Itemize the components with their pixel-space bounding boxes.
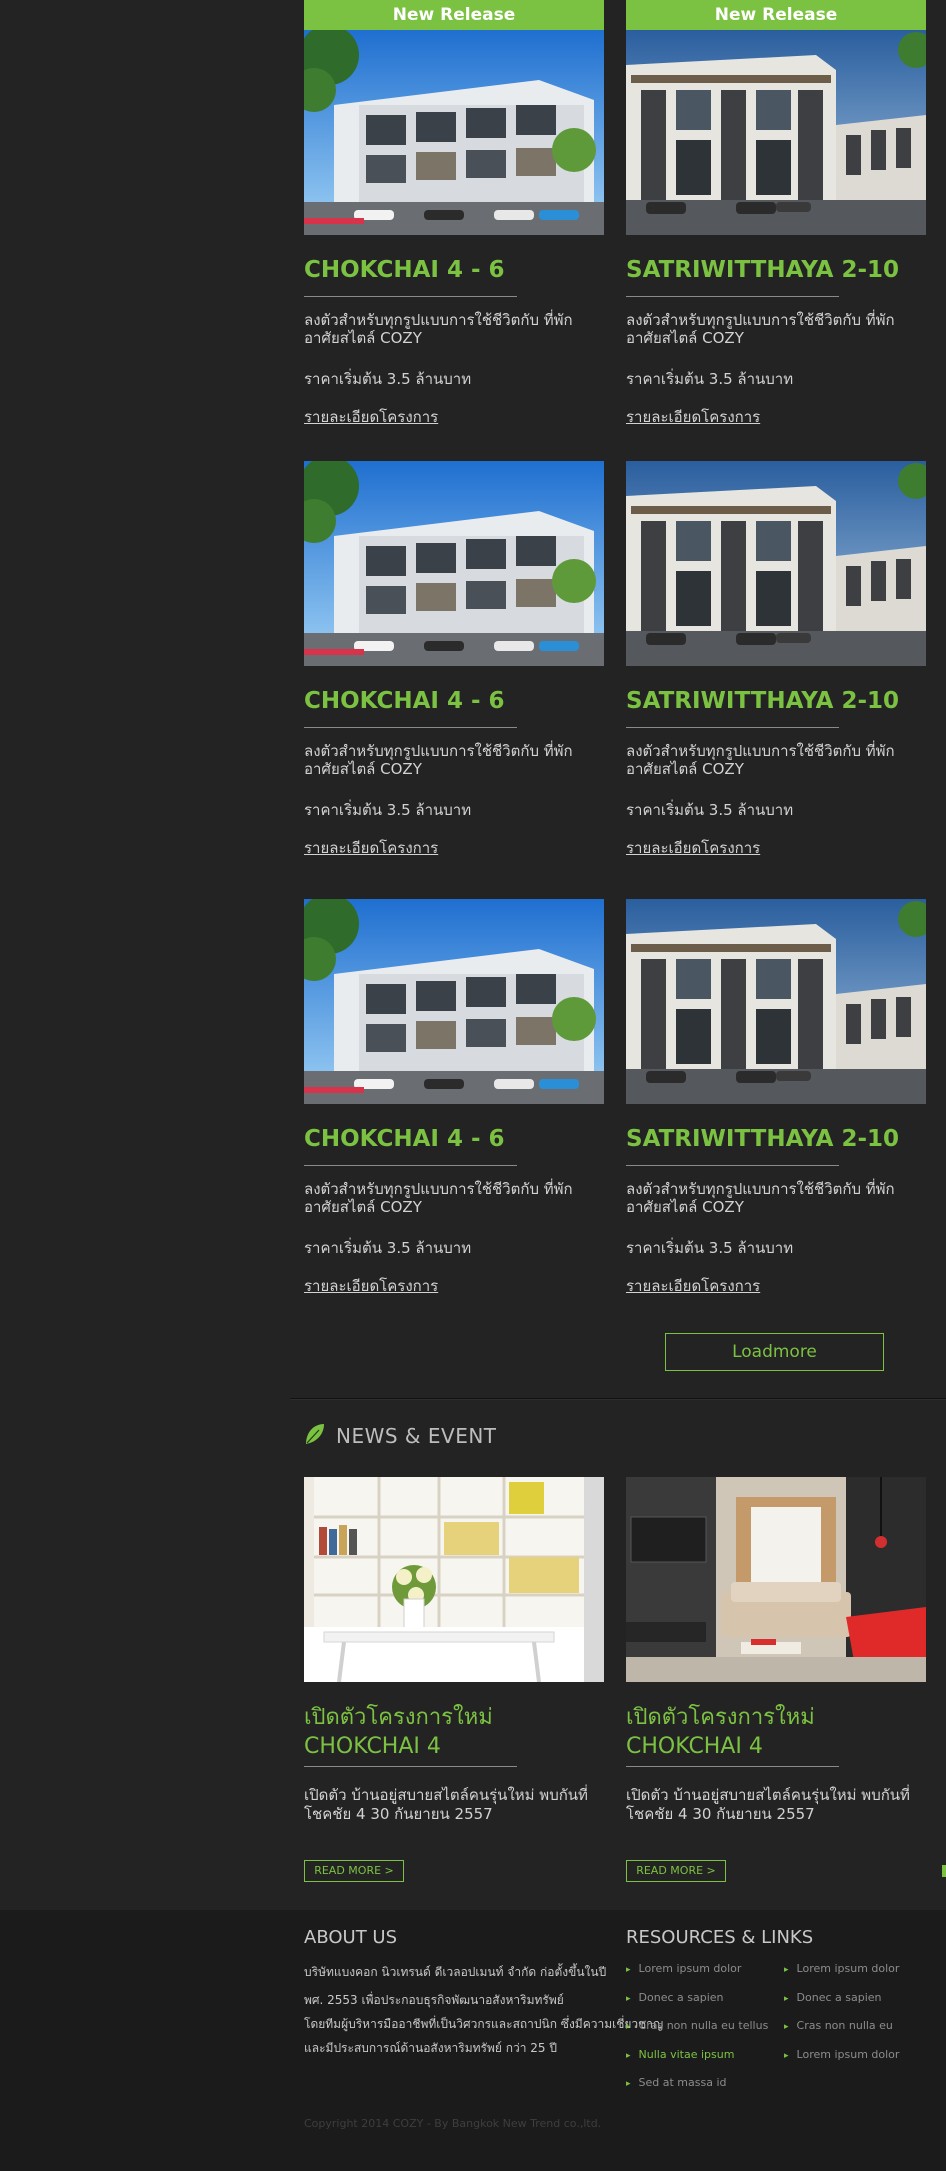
leaf-icon xyxy=(304,1422,326,1450)
project-price: ราคาเริ่มต้น 3.5 ล้านบาท xyxy=(626,370,794,388)
title-divider xyxy=(626,727,839,728)
bullet-icon: ▸ xyxy=(626,1994,631,2004)
about-text-line: โดยทีมผู้บริหารมืออาชีพที่เป็นวิศวกรและส… xyxy=(304,2017,664,2031)
project-price: ราคาเริ่มต้น 3.5 ล้านบาท xyxy=(304,1239,472,1257)
title-divider xyxy=(304,1766,517,1767)
news-title-line2[interactable]: CHOKCHAI 4 xyxy=(304,1732,441,1761)
bullet-icon: ▸ xyxy=(784,1994,789,2004)
title-divider xyxy=(304,296,517,297)
resource-link[interactable]: ▸ Lorem ipsum dolor xyxy=(784,1962,899,1975)
about-text-line: บริษัทแบงคอก นิวเทรนด์ ดีเวลอปเมนท์ จำกั… xyxy=(304,1965,607,1979)
project-title[interactable]: SATRIWITTHAYA 2-10 xyxy=(626,688,899,714)
read-more-button[interactable]: READ MORE > xyxy=(304,1860,404,1882)
project-title[interactable]: SATRIWITTHAYA 2-10 xyxy=(626,1126,899,1152)
project-details-link[interactable]: รายละเอียดโครงการ xyxy=(304,405,438,429)
project-title[interactable]: CHOKCHAI 4 - 6 xyxy=(304,1126,505,1152)
news-title-line1[interactable]: เปิดตัวโครงการใหม่ xyxy=(626,1703,815,1732)
project-title[interactable]: SATRIWITTHAYA 2-10 xyxy=(626,257,899,283)
project-photo[interactable] xyxy=(626,899,926,1104)
bullet-icon: ▸ xyxy=(626,2022,631,2032)
resource-link[interactable]: ▸ Cras non nulla eu tellus xyxy=(626,2019,768,2032)
new-release-ribbon: New Release xyxy=(304,0,604,30)
project-details-link[interactable]: รายละเอียดโครงการ xyxy=(626,836,760,860)
bullet-icon: ▸ xyxy=(626,2079,631,2089)
project-description: ลงตัวสำหรับทุกรูปแบบการใช้ชีวิตกับ ที่พั… xyxy=(304,742,573,778)
project-photo[interactable] xyxy=(626,30,926,235)
resource-link[interactable]: ▸ Cras non nulla eu xyxy=(784,2019,893,2032)
bullet-icon: ▸ xyxy=(784,2022,789,2032)
project-details-link[interactable]: รายละเอียดโครงการ xyxy=(626,405,760,429)
news-heading-text: NEWS & EVENT xyxy=(336,1424,497,1448)
scroll-edge-marker xyxy=(942,1865,946,1877)
about-heading: ABOUT US xyxy=(304,1927,398,1948)
news-photo[interactable] xyxy=(304,1477,604,1682)
new-release-ribbon: New Release xyxy=(626,0,926,30)
project-title[interactable]: CHOKCHAI 4 - 6 xyxy=(304,688,505,714)
project-price: ราคาเริ่มต้น 3.5 ล้านบาท xyxy=(304,370,472,388)
section-divider xyxy=(290,1398,946,1400)
about-text-line: และมีประสบการณ์ด้านอสังหาริมทรัพย์ กว่า … xyxy=(304,2041,557,2055)
news-title-line2[interactable]: CHOKCHAI 4 xyxy=(626,1732,763,1761)
resource-link[interactable]: ▸ Sed at massa id xyxy=(626,2076,727,2089)
news-photo[interactable] xyxy=(626,1477,926,1682)
bullet-icon: ▸ xyxy=(784,1965,789,1975)
project-details-link[interactable]: รายละเอียดโครงการ xyxy=(626,1274,760,1298)
read-more-button[interactable]: READ MORE > xyxy=(626,1860,726,1882)
project-photo[interactable] xyxy=(304,30,604,235)
project-title[interactable]: CHOKCHAI 4 - 6 xyxy=(304,257,505,283)
project-description: ลงตัวสำหรับทุกรูปแบบการใช้ชีวิตกับ ที่พั… xyxy=(626,742,895,778)
bullet-icon: ▸ xyxy=(784,2051,789,2061)
title-divider xyxy=(626,296,839,297)
project-description: ลงตัวสำหรับทุกรูปแบบการใช้ชีวิตกับ ที่พั… xyxy=(304,1180,573,1216)
project-description: ลงตัวสำหรับทุกรูปแบบการใช้ชีวิตกับ ที่พั… xyxy=(304,311,573,347)
project-price: ราคาเริ่มต้น 3.5 ล้านบาท xyxy=(304,801,472,819)
project-description: ลงตัวสำหรับทุกรูปแบบการใช้ชีวิตกับ ที่พั… xyxy=(626,311,895,347)
resource-link[interactable]: ▸ Donec a sapien xyxy=(784,1991,882,2004)
project-details-link[interactable]: รายละเอียดโครงการ xyxy=(304,836,438,860)
copyright-text: Copyright 2014 COZY - By Bangkok New Tre… xyxy=(304,2117,602,2130)
resource-link[interactable]: ▸ Donec a sapien xyxy=(626,1991,724,2004)
project-description: ลงตัวสำหรับทุกรูปแบบการใช้ชีวิตกับ ที่พั… xyxy=(626,1180,895,1216)
project-photo[interactable] xyxy=(304,899,604,1104)
project-photo[interactable] xyxy=(304,461,604,666)
title-divider xyxy=(304,727,517,728)
bullet-icon: ▸ xyxy=(626,1965,631,1975)
resources-heading: RESOURCES & LINKS xyxy=(626,1927,814,1948)
project-details-link[interactable]: รายละเอียดโครงการ xyxy=(304,1274,438,1298)
news-description: เปิดตัว บ้านอยู่สบายสไตล์คนรุ่นใหม่ พบกั… xyxy=(304,1786,588,1823)
title-divider xyxy=(626,1165,839,1166)
news-title-line1[interactable]: เปิดตัวโครงการใหม่ xyxy=(304,1703,493,1732)
title-divider xyxy=(626,1766,839,1767)
project-photo[interactable] xyxy=(626,461,926,666)
bullet-icon: ▸ xyxy=(626,2051,631,2061)
resource-link-active[interactable]: ▸ Nulla vitae ipsum xyxy=(626,2048,734,2061)
project-price: ราคาเริ่มต้น 3.5 ล้านบาท xyxy=(626,801,794,819)
resource-link[interactable]: ▸ Lorem ipsum dolor xyxy=(784,2048,899,2061)
loadmore-button[interactable]: Loadmore xyxy=(665,1333,884,1371)
resource-link[interactable]: ▸ Lorem ipsum dolor xyxy=(626,1962,741,1975)
title-divider xyxy=(304,1165,517,1166)
news-description: เปิดตัว บ้านอยู่สบายสไตล์คนรุ่นใหม่ พบกั… xyxy=(626,1786,910,1823)
project-price: ราคาเริ่มต้น 3.5 ล้านบาท xyxy=(626,1239,794,1257)
about-text-line: พศ. 2553 เพื่อประกอบธุรกิจพัฒนาอสังหาริม… xyxy=(304,1993,564,2007)
